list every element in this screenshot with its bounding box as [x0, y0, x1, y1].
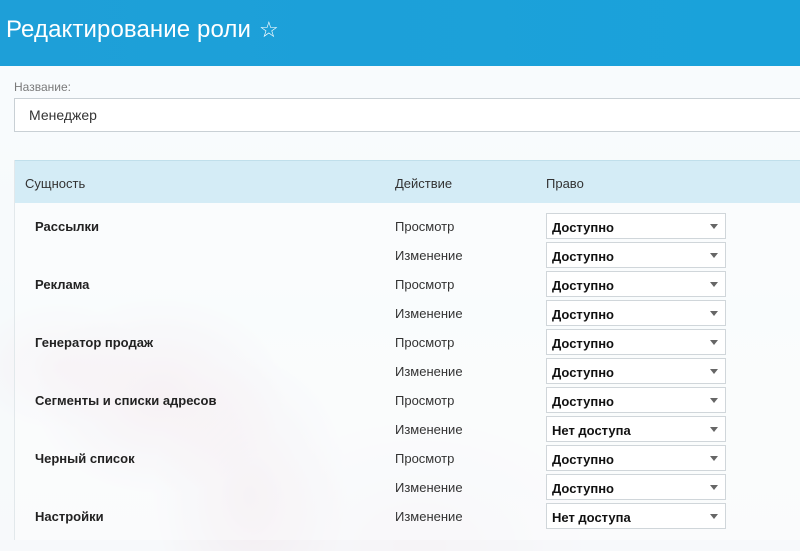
- right-select-value: Доступно: [552, 452, 614, 467]
- column-header-right: Право: [546, 176, 584, 191]
- chevron-down-icon: [710, 340, 718, 345]
- action-label: Просмотр: [395, 277, 455, 292]
- name-input[interactable]: [14, 98, 800, 132]
- page-title-text: Редактирование роли: [6, 16, 251, 43]
- action-label: Просмотр: [395, 335, 455, 350]
- action-label: Изменение: [395, 248, 463, 263]
- right-select[interactable]: Нет доступа: [546, 416, 726, 442]
- action-label: Изменение: [395, 306, 463, 321]
- right-select[interactable]: Доступно: [546, 242, 726, 268]
- entity-name: Черный список: [35, 451, 135, 466]
- name-field-label: Название:: [14, 80, 71, 94]
- right-select[interactable]: Доступно: [546, 213, 726, 239]
- entity-name: Реклама: [35, 277, 90, 292]
- chevron-down-icon: [710, 253, 718, 258]
- chevron-down-icon: [710, 485, 718, 490]
- right-select-value: Нет доступа: [552, 510, 631, 525]
- table-header: Сущность Действие Право: [15, 160, 800, 203]
- chevron-down-icon: [710, 311, 718, 316]
- entity-name: Настройки: [35, 509, 104, 524]
- right-select[interactable]: Доступно: [546, 329, 726, 355]
- right-select[interactable]: Доступно: [546, 300, 726, 326]
- action-label: Просмотр: [395, 219, 455, 234]
- column-header-action: Действие: [395, 176, 453, 191]
- action-label: Изменение: [395, 509, 463, 524]
- action-label: Просмотр: [395, 451, 455, 466]
- right-select[interactable]: Доступно: [546, 445, 726, 471]
- action-label: Изменение: [395, 364, 463, 379]
- chevron-down-icon: [710, 427, 718, 432]
- page-header: Редактирование роли ☆: [0, 0, 800, 66]
- right-select-value: Доступно: [552, 249, 614, 264]
- right-select-value: Доступно: [552, 481, 614, 496]
- right-select[interactable]: Нет доступа: [546, 503, 726, 529]
- right-select-value: Доступно: [552, 394, 614, 409]
- right-select-value: Доступно: [552, 336, 614, 351]
- permissions-table: Сущность Действие Право Рассылки Просмотр…: [14, 160, 800, 540]
- page-title: Редактирование роли ☆: [6, 16, 279, 44]
- action-label: Просмотр: [395, 393, 455, 408]
- right-select-value: Нет доступа: [552, 423, 631, 438]
- right-select-value: Доступно: [552, 278, 614, 293]
- right-select-value: Доступно: [552, 220, 614, 235]
- right-select[interactable]: Доступно: [546, 387, 726, 413]
- action-label: Изменение: [395, 480, 463, 495]
- chevron-down-icon: [710, 282, 718, 287]
- right-select[interactable]: Доступно: [546, 358, 726, 384]
- entity-name: Сегменты и списки адресов: [35, 393, 217, 408]
- right-select[interactable]: Доступно: [546, 271, 726, 297]
- entity-name: Генератор продаж: [35, 335, 154, 350]
- right-select-value: Доступно: [552, 365, 614, 380]
- entity-name: Рассылки: [35, 219, 100, 234]
- favorite-star-icon[interactable]: ☆: [259, 17, 279, 42]
- action-label: Изменение: [395, 422, 463, 437]
- chevron-down-icon: [710, 398, 718, 403]
- chevron-down-icon: [710, 369, 718, 374]
- chevron-down-icon: [710, 514, 718, 519]
- right-select[interactable]: Доступно: [546, 474, 726, 500]
- right-select-value: Доступно: [552, 307, 614, 322]
- column-header-entity: Сущность: [25, 176, 86, 191]
- chevron-down-icon: [710, 224, 718, 229]
- chevron-down-icon: [710, 456, 718, 461]
